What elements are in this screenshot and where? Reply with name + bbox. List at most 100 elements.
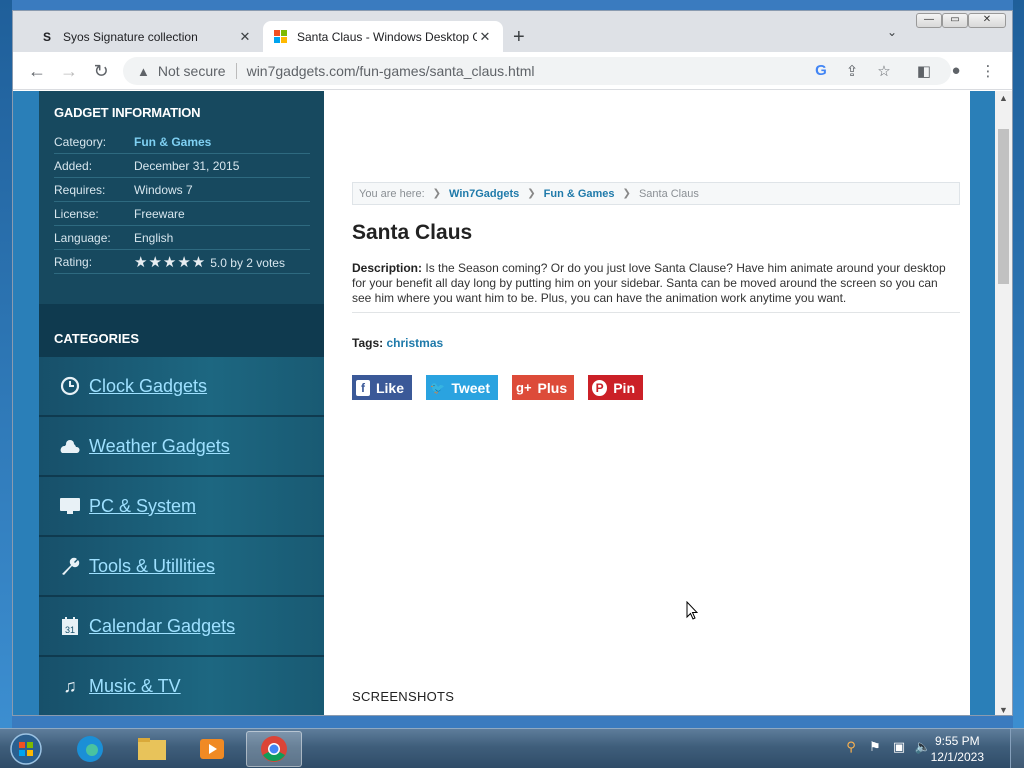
network-icon[interactable]: ▣: [890, 739, 908, 755]
scroll-down-icon[interactable]: ▼: [999, 705, 1008, 715]
google-icon[interactable]: G: [811, 62, 831, 79]
action-center-icon[interactable]: ⚑: [866, 739, 884, 755]
file-explorer-taskbar-icon[interactable]: [124, 731, 180, 767]
twitter-tweet-button[interactable]: 🐦 Tweet: [426, 375, 498, 400]
minimize-icon[interactable]: —: [916, 13, 942, 28]
category-clock-gadgets[interactable]: Clock Gadgets: [39, 357, 324, 415]
category-calendar-gadgets[interactable]: 31 Calendar Gadgets: [39, 597, 324, 655]
chevron-down-icon[interactable]: ⌄: [887, 25, 897, 39]
share-icon[interactable]: ⇪: [842, 62, 862, 80]
new-tab-icon[interactable]: +: [513, 26, 525, 49]
clock-time: 9:55 PM: [934, 734, 980, 748]
show-desktop-button[interactable]: [1010, 729, 1024, 768]
browser-toolbar: ← → ↻ ▲ Not secure win7gadgets.com/fun-g…: [13, 52, 1012, 90]
monitor-icon: [59, 495, 81, 517]
forward-icon[interactable]: →: [59, 61, 79, 81]
divider: [235, 63, 237, 79]
sidebar-toggle-icon[interactable]: ◧: [914, 62, 934, 80]
category-music-tv[interactable]: ♫ Music & TV: [39, 657, 324, 715]
info-value: English: [134, 230, 174, 245]
main-content: You are here: ❯ Win7Gadgets ❯ Fun & Game…: [324, 91, 970, 715]
tab-santa-claus[interactable]: Santa Claus - Windows Desktop G ✕: [263, 21, 503, 52]
clock-date: 12/1/2023: [930, 750, 984, 764]
facebook-like-button[interactable]: f Like: [352, 375, 412, 400]
share-label: Pin: [613, 379, 635, 396]
close-window-icon[interactable]: ✕: [968, 13, 1006, 28]
scroll-up-icon[interactable]: ▲: [999, 93, 1008, 103]
info-row-language: Language: English: [54, 226, 310, 250]
info-key: License:: [54, 206, 99, 221]
share-label: Like: [375, 379, 404, 396]
clock-icon: [59, 375, 81, 397]
share-label: Plus: [537, 379, 568, 396]
weather-icon: [59, 435, 81, 457]
edge-taskbar-icon[interactable]: [62, 731, 118, 767]
category-label: Music & TV: [89, 675, 181, 696]
maximize-icon[interactable]: ▭: [942, 13, 968, 28]
menu-icon[interactable]: ⋮: [978, 62, 998, 80]
category-tools-utilities[interactable]: Tools & Utillities: [39, 537, 324, 595]
category-pc-system[interactable]: PC & System: [39, 477, 324, 535]
sidebar: GADGET INFORMATION Category: Fun & Games…: [39, 91, 324, 715]
rating-stars-icon[interactable]: ★★★★★: [134, 254, 206, 271]
wrench-icon: [59, 555, 81, 577]
volume-icon[interactable]: 🔈: [914, 739, 932, 755]
tags: Tags: christmas: [352, 336, 443, 350]
profile-icon[interactable]: ●: [946, 62, 966, 79]
tab-strip: S Syos Signature collection ✕ Santa Clau…: [13, 11, 1012, 52]
chevron-right-icon: ❯: [432, 188, 442, 199]
breadcrumb-link-home[interactable]: Win7Gadgets: [449, 188, 519, 200]
twitter-icon: 🐦: [430, 380, 446, 395]
media-player-taskbar-icon[interactable]: [184, 731, 240, 767]
reload-icon[interactable]: ↻: [91, 61, 111, 81]
close-tab-icon[interactable]: ✕: [237, 29, 253, 45]
desktop-background-right: [1013, 0, 1024, 728]
svg-text:31: 31: [65, 625, 75, 635]
page-title: Santa Claus: [352, 221, 473, 244]
rating-value: ★★★★★ 5.0 by 2 votes: [134, 253, 285, 271]
breadcrumb-link-category[interactable]: Fun & Games: [544, 188, 615, 200]
category-label: Tools & Utillities: [89, 555, 216, 576]
music-note-icon: ♫: [63, 675, 77, 696]
system-clock[interactable]: 9:55 PM 12/1/2023: [931, 733, 984, 765]
category-link[interactable]: Fun & Games: [134, 135, 211, 149]
category-label: PC & System: [89, 495, 197, 516]
category-weather-gadgets[interactable]: Weather Gadgets: [39, 417, 324, 475]
start-button[interactable]: [2, 731, 50, 767]
windows-logo-icon: [273, 29, 289, 45]
info-key: Requires:: [54, 182, 106, 197]
tag-link[interactable]: christmas: [386, 336, 443, 350]
warning-icon: ▲: [137, 63, 150, 79]
windows-start-icon: [10, 733, 42, 765]
chrome-taskbar-icon[interactable]: [246, 731, 302, 767]
chevron-right-icon: ❯: [622, 188, 631, 199]
back-icon[interactable]: ←: [27, 61, 47, 81]
info-key: Rating:: [54, 254, 93, 269]
url-text: win7gadgets.com/fun-games/santa_claus.ht…: [246, 63, 535, 79]
info-row-added: Added: December 31, 2015: [54, 154, 310, 178]
info-key: Category:: [54, 134, 107, 149]
share-label: Tweet: [451, 379, 490, 396]
info-key: Added:: [54, 158, 93, 173]
tab-syos[interactable]: S Syos Signature collection ✕: [29, 21, 263, 52]
star-icon[interactable]: ☆: [874, 62, 894, 80]
search-tray-icon[interactable]: ⚲: [842, 739, 860, 755]
google-plus-button[interactable]: g+ Plus: [512, 375, 574, 400]
info-value: Windows 7: [134, 182, 193, 197]
mouse-cursor-icon: [686, 601, 698, 620]
google-plus-icon: g+: [516, 380, 532, 395]
categories-heading: CATEGORIES: [54, 331, 139, 346]
tags-label: Tags:: [352, 336, 384, 350]
close-tab-icon[interactable]: ✕: [477, 29, 493, 45]
chevron-right-icon: ❯: [527, 188, 536, 199]
pinterest-pin-button[interactable]: P Pin: [588, 375, 643, 400]
vertical-scrollbar[interactable]: ▲ ▼: [995, 91, 1012, 715]
screenshots-heading: SCREENSHOTS: [352, 689, 455, 704]
scrollbar-thumb[interactable]: [998, 129, 1009, 284]
category-label: Weather Gadgets: [89, 435, 230, 456]
info-row-category: Category: Fun & Games: [54, 130, 310, 154]
browser-window: S Syos Signature collection ✕ Santa Clau…: [12, 10, 1013, 716]
taskbar: ⚲ ⚑ ▣ 🔈 9:55 PM 12/1/2023: [0, 728, 1024, 768]
pinterest-icon: P: [592, 379, 608, 396]
info-row-rating: Rating: ★★★★★ 5.0 by 2 votes: [54, 250, 310, 274]
